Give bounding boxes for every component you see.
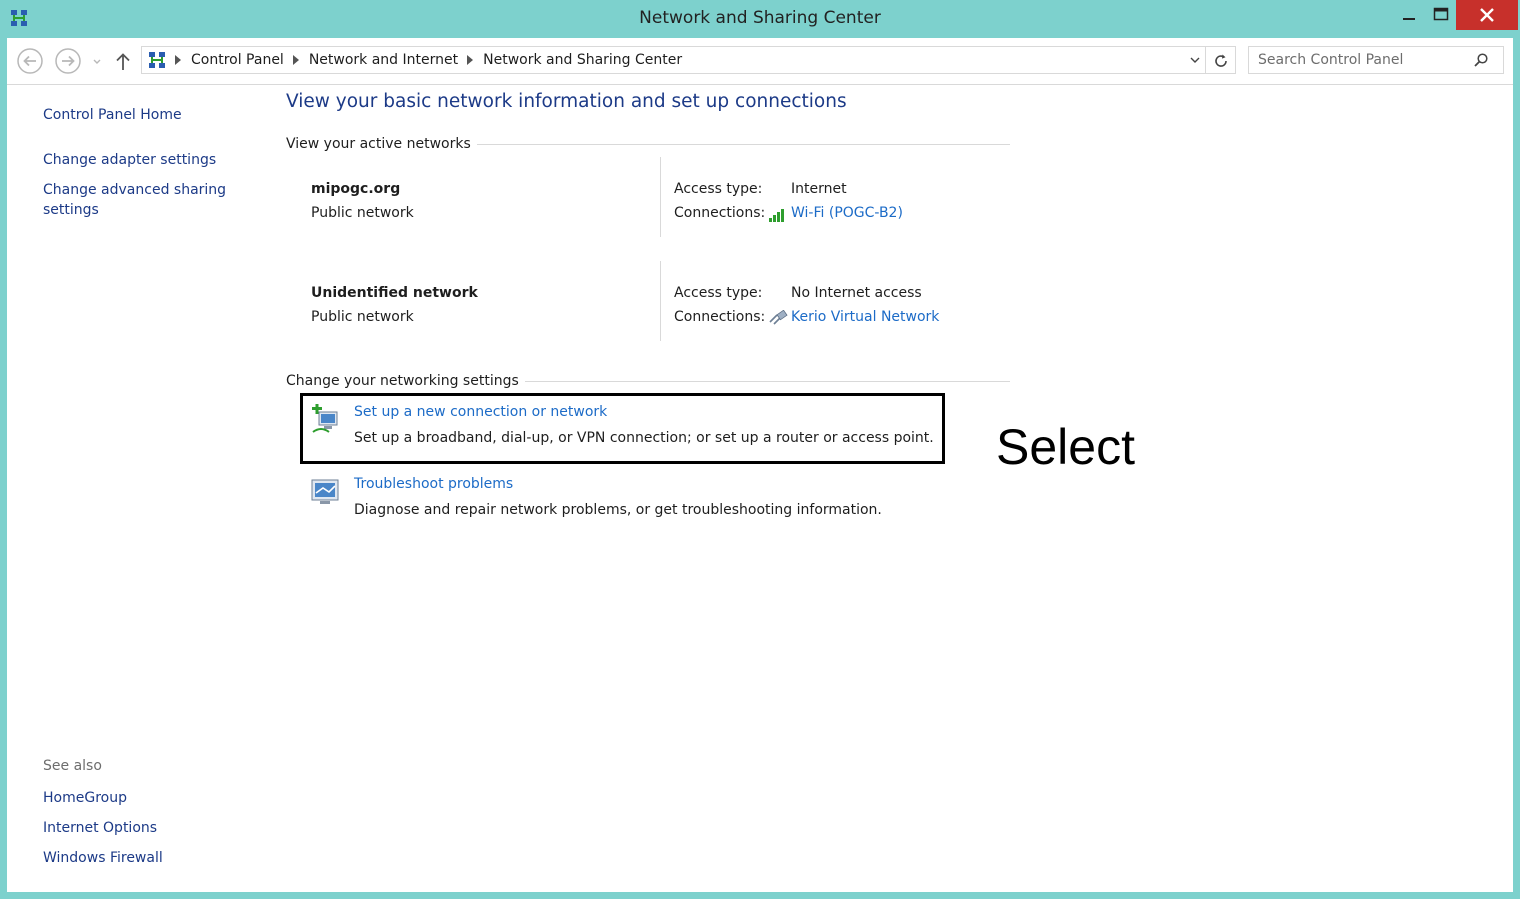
access-type-label: Access type: <box>674 285 763 301</box>
page-title: View your basic network information and … <box>286 91 847 112</box>
left-navigation-pane: Control Panel Home Change adapter settin… <box>43 38 283 892</box>
ethernet-cable-icon <box>769 310 788 325</box>
windows-firewall-link[interactable]: Windows Firewall <box>43 848 243 868</box>
title-bar: Network and Sharing Center <box>0 0 1520 36</box>
network-entry: Unidentified network Public network Acce… <box>311 261 1011 365</box>
network-name: Unidentified network <box>311 285 478 301</box>
address-bar[interactable]: Control Panel Network and Internet Netwo… <box>141 46 1206 74</box>
window-client: Control Panel Network and Internet Netwo… <box>7 38 1513 892</box>
minimize-icon <box>1403 18 1415 20</box>
control-panel-home-link[interactable]: Control Panel Home <box>43 105 243 125</box>
chevron-down-icon[interactable] <box>1189 54 1201 66</box>
select-annotation: Select <box>996 419 1135 475</box>
kerio-connection-link[interactable]: Kerio Virtual Network <box>791 309 939 325</box>
breadcrumb-separator-icon[interactable] <box>292 55 299 65</box>
back-button[interactable] <box>16 47 44 75</box>
search-input[interactable] <box>1248 46 1504 74</box>
troubleshoot-task[interactable]: Troubleshoot problems Diagnose and repai… <box>309 476 949 536</box>
network-entry: mipogc.org Public network Access type: I… <box>311 157 1011 261</box>
access-type-label: Access type: <box>674 181 763 197</box>
back-arrow-icon <box>17 48 43 74</box>
close-button[interactable] <box>1456 0 1518 30</box>
breadcrumb-network-and-internet[interactable]: Network and Internet <box>309 52 458 68</box>
refresh-icon <box>1214 54 1227 67</box>
connections-label: Connections: <box>674 309 766 325</box>
connections-label: Connections: <box>674 205 766 221</box>
change-settings-heading-text: Change your networking settings <box>286 373 519 389</box>
homegroup-link[interactable]: HomeGroup <box>43 788 243 808</box>
troubleshoot-problems-description: Diagnose and repair network problems, or… <box>354 502 882 518</box>
divider <box>660 157 661 237</box>
maximize-button[interactable] <box>1426 0 1456 30</box>
highlight-box <box>300 393 945 464</box>
active-networks-heading: View your active networks <box>286 134 1010 154</box>
wifi-connection-link[interactable]: Wi-Fi (POGC-B2) <box>791 205 903 221</box>
troubleshoot-icon <box>311 479 339 504</box>
access-type-value: Internet <box>791 181 847 197</box>
refresh-button[interactable] <box>1206 46 1236 74</box>
breadcrumb-separator-icon[interactable] <box>467 55 474 65</box>
network-category-link[interactable]: Public network <box>311 205 414 221</box>
active-networks-heading-text: View your active networks <box>286 136 471 152</box>
wifi-signal-icon <box>769 209 784 222</box>
maximize-icon <box>1433 7 1449 21</box>
minimize-button[interactable] <box>1392 0 1426 30</box>
close-icon <box>1480 8 1494 22</box>
change-settings-heading: Change your networking settings <box>286 371 1010 391</box>
change-advanced-sharing-settings-link[interactable]: Change advanced sharing settings <box>43 180 233 220</box>
network-category-link[interactable]: Public network <box>311 309 414 325</box>
divider <box>476 143 1010 145</box>
divider <box>524 380 1010 382</box>
internet-options-link[interactable]: Internet Options <box>43 818 243 838</box>
network-name: mipogc.org <box>311 181 401 197</box>
breadcrumb-network-and-sharing-center[interactable]: Network and Sharing Center <box>483 52 682 68</box>
window-title: Network and Sharing Center <box>639 8 881 28</box>
divider <box>660 261 661 341</box>
access-type-value: No Internet access <box>791 285 922 301</box>
change-adapter-settings-link[interactable]: Change adapter settings <box>43 150 243 170</box>
see-also-heading: See also <box>43 758 102 774</box>
search-icon[interactable] <box>1473 52 1489 68</box>
troubleshoot-problems-link[interactable]: Troubleshoot problems <box>354 476 513 492</box>
